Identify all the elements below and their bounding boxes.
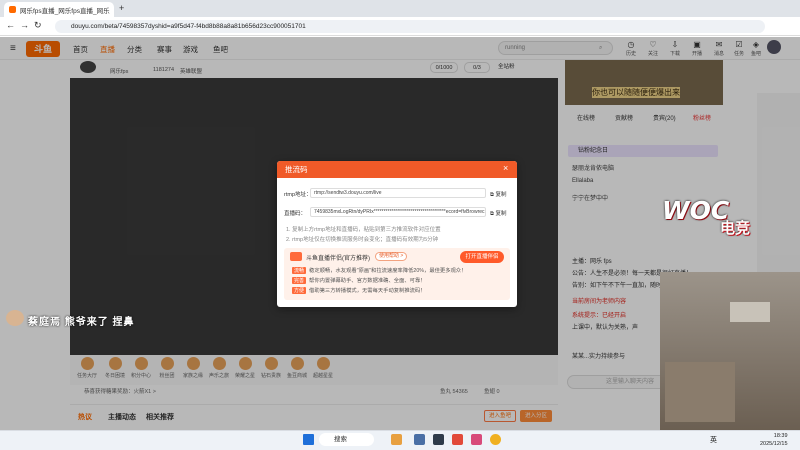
caption-avatar	[6, 310, 24, 326]
app-icon[interactable]	[452, 434, 463, 445]
note-1: 1. 复制上方rtmp地址和直播码，粘贴到第三方推流软件对应位置	[286, 227, 441, 233]
subtitle-caption: 蔡庭焉 熊爷来了 捏鼻	[28, 317, 135, 328]
help-link[interactable]: 使用帮助 >	[375, 252, 408, 261]
taskbar-clock[interactable]: 18:39 2025/12/15	[760, 432, 788, 448]
tab-title: 网乐fps直播_网乐fps直播_网乐	[20, 7, 110, 15]
new-tab-button[interactable]: +	[119, 3, 124, 13]
key-field[interactable]: 7459835mxLogRtn/dyPRIx******************…	[310, 207, 486, 217]
rtmp-label: rtmp地址：	[284, 192, 312, 198]
url-text: douyu.com/beta/74598357dyshid=a9f5d47-f4…	[71, 23, 306, 30]
woc-subtitle: 电竞	[720, 220, 751, 237]
app-icon[interactable]	[414, 434, 425, 445]
note-2: 2. rtmp地址仅在切换推流服务时会变化；直播码有效期为5分钟	[286, 237, 439, 243]
copy-key-button[interactable]: ⧉ 复制	[490, 209, 506, 218]
chrome-icon[interactable]	[490, 434, 501, 445]
site-favicon-icon	[9, 6, 16, 13]
open-assistant-button[interactable]: 打开直播伴侣	[460, 251, 504, 263]
close-icon[interactable]: ×	[503, 163, 508, 173]
key-label: 直播码：	[284, 211, 307, 217]
webcam-cabinet	[665, 362, 735, 422]
app-icon[interactable]	[471, 434, 482, 445]
copy-icon: ⧉	[490, 192, 494, 198]
copy-icon: ⧉	[490, 211, 494, 217]
browser-tab[interactable]: 网乐fps直播_网乐fps直播_网乐 ×	[4, 2, 114, 17]
input-language[interactable]: 英	[710, 435, 717, 445]
ad-row: 完善 帮你内置弹幕助手、官方数据准确、全面、可靠！	[292, 277, 426, 284]
steam-icon[interactable]	[433, 434, 444, 445]
windows-start-icon[interactable]	[303, 434, 314, 445]
webcam-feed	[660, 272, 800, 430]
dialog-title: 推流码	[277, 161, 517, 178]
ad-row: 方便 借助第三方转播模式，无需每天手动复制推流码！	[292, 287, 426, 294]
webcam-shelf	[730, 302, 770, 322]
assistant-logo-icon	[290, 252, 302, 261]
rtmp-field[interactable]: rtmp://sendtw3.douyu.com/live	[310, 188, 486, 198]
address-bar[interactable]: douyu.com/beta/74598357dyshid=a9f5d47-f4…	[55, 20, 765, 33]
files-icon[interactable]	[391, 434, 402, 445]
copy-rtmp-button[interactable]: ⧉ 复制	[490, 190, 506, 199]
taskbar-search[interactable]: 搜索	[319, 433, 374, 446]
ad-row: 流畅 稳定顺畅，水友观看"原画"和拉流速度率降低20%，最佳更多观众！	[292, 267, 467, 274]
nav-buttons[interactable]: ←→↻	[6, 20, 47, 31]
ad-title: 斗鱼直播伴侣(官方推荐)	[306, 256, 370, 262]
